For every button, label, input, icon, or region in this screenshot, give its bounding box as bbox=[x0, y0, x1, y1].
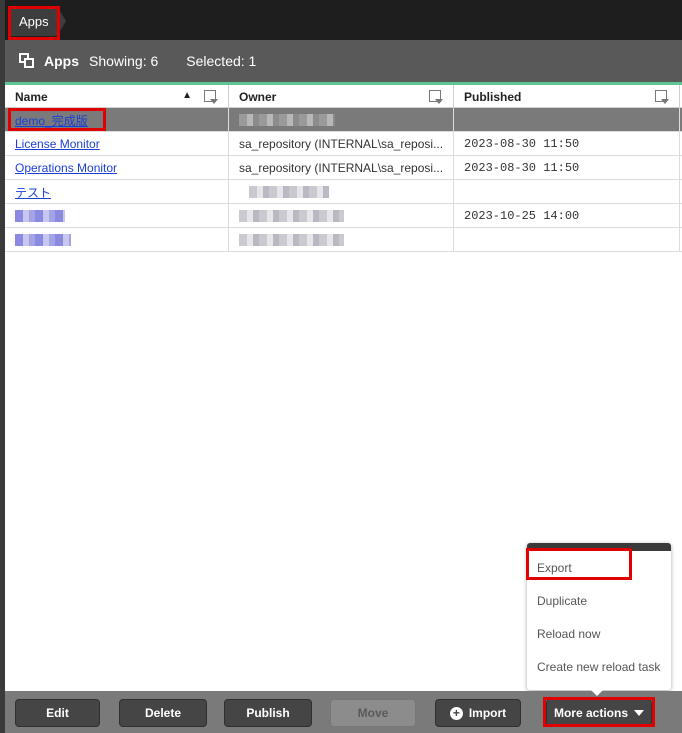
apps-icon bbox=[19, 53, 35, 69]
redacted-name bbox=[15, 210, 65, 222]
menu-item-create-reload-task[interactable]: Create new reload task bbox=[527, 650, 671, 683]
more-actions-menu: Export Duplicate Reload now Create new r… bbox=[527, 543, 671, 690]
list-title: Apps bbox=[44, 53, 79, 69]
more-actions-button[interactable]: More actions bbox=[546, 699, 652, 727]
menu-item-reload-now[interactable]: Reload now bbox=[527, 617, 671, 650]
table-row[interactable] bbox=[5, 228, 682, 252]
name-cell bbox=[5, 204, 229, 228]
app-link[interactable]: demo_完成版 bbox=[15, 112, 88, 129]
owner-cell: sa_repository (INTERNAL\sa_reposi... bbox=[229, 132, 454, 156]
column-header-owner[interactable]: Owner bbox=[229, 85, 454, 108]
name-cell bbox=[5, 228, 229, 252]
qmc-apps-page: Apps Apps Showing: 6 Selected: 1 Name ▲ … bbox=[0, 0, 682, 733]
menu-item-export[interactable]: Export bbox=[527, 551, 671, 584]
apps-table: Name ▲ Owner Published demo_完成版 License … bbox=[5, 85, 682, 252]
column-label-published: Published bbox=[464, 89, 522, 104]
owner-cell bbox=[229, 108, 454, 132]
more-actions-label: More actions bbox=[553, 706, 628, 720]
column-label-owner: Owner bbox=[239, 89, 277, 104]
breadcrumb-bar: Apps bbox=[5, 0, 682, 40]
name-cell: demo_完成版 bbox=[5, 108, 229, 132]
sort-ascending-icon[interactable]: ▲ bbox=[182, 90, 192, 101]
table-header: Name ▲ Owner Published bbox=[5, 85, 682, 108]
redacted-owner bbox=[249, 186, 329, 198]
published-cell bbox=[454, 180, 680, 204]
app-link[interactable]: Operations Monitor bbox=[15, 161, 117, 175]
column-header-name[interactable]: Name ▲ bbox=[5, 85, 229, 108]
import-button[interactable]: + Import bbox=[435, 699, 521, 727]
caret-down-icon bbox=[634, 710, 644, 716]
published-cell: 2023-10-25 14:00 bbox=[454, 204, 680, 228]
table-row[interactable]: License Monitor sa_repository (INTERNAL\… bbox=[5, 132, 682, 156]
publish-button[interactable]: Publish bbox=[224, 699, 312, 727]
owner-cell bbox=[229, 180, 454, 204]
column-header-published[interactable]: Published bbox=[454, 85, 680, 108]
selected-count: Selected: 1 bbox=[186, 53, 257, 69]
showing-count: Showing: 6 bbox=[89, 53, 159, 69]
table-row[interactable]: demo_完成版 bbox=[5, 108, 682, 132]
app-link[interactable]: テスト bbox=[15, 184, 51, 201]
plus-circle-icon: + bbox=[449, 706, 463, 720]
published-cell: 2023-08-30 11:50 bbox=[454, 132, 680, 156]
table-row[interactable]: テスト bbox=[5, 180, 682, 204]
published-cell: 2023-08-30 11:50 bbox=[454, 156, 680, 180]
move-button[interactable]: Move bbox=[330, 699, 416, 727]
redacted-owner bbox=[239, 114, 335, 126]
edit-button[interactable]: Edit bbox=[15, 699, 100, 727]
filter-icon[interactable] bbox=[204, 90, 218, 104]
menu-item-duplicate[interactable]: Duplicate bbox=[527, 584, 671, 617]
app-link[interactable]: License Monitor bbox=[15, 137, 100, 151]
action-toolbar: Edit Delete Publish Move + Import More a… bbox=[5, 691, 682, 733]
table-row[interactable]: Operations Monitor sa_repository (INTERN… bbox=[5, 156, 682, 180]
redacted-owner bbox=[239, 234, 344, 246]
menu-pointer bbox=[590, 689, 604, 696]
redacted-name bbox=[15, 234, 71, 246]
name-cell: テスト bbox=[5, 180, 229, 204]
breadcrumb-apps[interactable]: Apps bbox=[9, 6, 59, 36]
owner-cell bbox=[229, 228, 454, 252]
import-label: Import bbox=[468, 706, 507, 720]
breadcrumb-arrow-icon bbox=[60, 11, 66, 31]
list-header: Apps Showing: 6 Selected: 1 bbox=[5, 40, 682, 82]
table-row[interactable]: 2023-10-25 14:00 bbox=[5, 204, 682, 228]
name-cell: License Monitor bbox=[5, 132, 229, 156]
filter-icon[interactable] bbox=[429, 90, 443, 104]
published-cell bbox=[454, 108, 680, 132]
redacted-owner bbox=[239, 210, 344, 222]
column-label-name: Name bbox=[15, 89, 48, 104]
delete-button[interactable]: Delete bbox=[119, 699, 207, 727]
name-cell: Operations Monitor bbox=[5, 156, 229, 180]
published-cell bbox=[454, 228, 680, 252]
filter-icon[interactable] bbox=[655, 90, 669, 104]
owner-cell: sa_repository (INTERNAL\sa_reposi... bbox=[229, 156, 454, 180]
owner-cell bbox=[229, 204, 454, 228]
